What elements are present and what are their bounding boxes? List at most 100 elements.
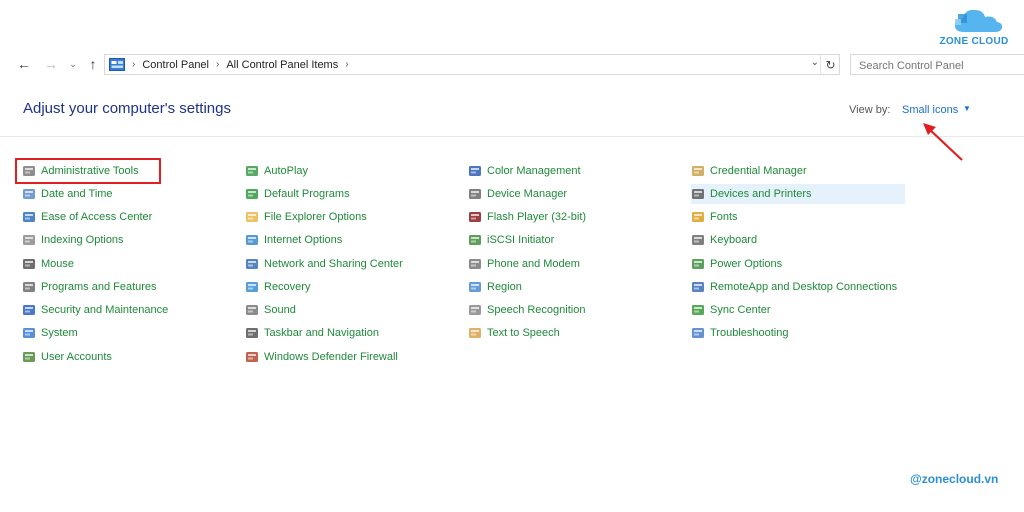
control-panel-item[interactable]: Date and Time <box>22 184 113 204</box>
item-label: User Accounts <box>41 351 112 363</box>
item-label: Fonts <box>710 211 738 223</box>
cloud-logo-icon <box>954 9 1003 32</box>
control-panel-item[interactable]: Power Options <box>691 254 782 274</box>
autoplay-icon <box>246 166 258 176</box>
address-bar[interactable]: › Control Panel › All Control Panel Item… <box>104 54 840 75</box>
control-panel-item[interactable]: Troubleshooting <box>691 323 788 343</box>
device-manager-icon <box>469 189 481 199</box>
speaker-icon <box>246 305 258 315</box>
mouse-icon <box>23 259 35 269</box>
view-by-label: View by: <box>849 104 891 116</box>
item-label: Mouse <box>41 258 75 270</box>
control-panel-item[interactable]: Recovery <box>245 277 310 297</box>
microphone-icon <box>469 305 481 315</box>
control-panel-item[interactable]: AutoPlay <box>245 161 308 181</box>
control-panel-item[interactable]: iSCSI Initiator <box>468 230 554 250</box>
control-panel-item[interactable]: Phone and Modem <box>468 254 580 274</box>
item-label: Network and Sharing Center <box>264 258 403 270</box>
sync-icon <box>692 305 704 315</box>
admin-tools-icon <box>23 166 35 176</box>
item-label: Troubleshooting <box>710 327 789 339</box>
control-panel-item[interactable]: Credential Manager <box>691 161 807 181</box>
control-panel-item[interactable]: System <box>22 323 78 343</box>
item-label: Taskbar and Navigation <box>264 327 379 339</box>
color-management-icon <box>469 166 481 176</box>
phone-icon <box>469 259 481 269</box>
recovery-icon <box>246 282 258 292</box>
control-panel-item[interactable]: Devices and Printers <box>691 184 905 204</box>
control-panel-item[interactable]: Taskbar and Navigation <box>245 323 379 343</box>
monitor-icon <box>23 328 35 338</box>
refresh-button[interactable]: ↻ <box>820 55 840 74</box>
item-label: Default Programs <box>264 188 350 200</box>
item-label: Devices and Printers <box>710 188 812 200</box>
control-panel-item[interactable]: Speech Recognition <box>468 300 585 320</box>
control-panel-item[interactable]: Device Manager <box>468 184 567 204</box>
printer-icon <box>692 189 704 199</box>
control-panel-item[interactable]: Network and Sharing Center <box>245 254 403 274</box>
up-button[interactable]: ↑ <box>84 54 102 74</box>
breadcrumb-separator: › <box>132 59 136 70</box>
breadcrumb-control-panel[interactable]: Control Panel <box>142 59 209 71</box>
item-label: Internet Options <box>264 234 343 246</box>
item-label: Keyboard <box>710 234 758 246</box>
item-label: Security and Maintenance <box>41 304 169 316</box>
default-programs-icon <box>246 189 258 199</box>
breadcrumb-chevron[interactable]: › <box>345 59 348 70</box>
item-label: Power Options <box>710 258 783 270</box>
fonts-icon <box>692 212 704 222</box>
magnifier-icon <box>23 235 35 245</box>
item-label: Administrative Tools <box>41 165 139 177</box>
programs-icon <box>23 282 35 292</box>
control-panel-item[interactable]: Mouse <box>22 254 74 274</box>
globe-icon <box>246 235 258 245</box>
annotation-arrow-icon <box>923 123 963 161</box>
remoteapp-icon <box>692 282 704 292</box>
item-label: AutoPlay <box>264 165 309 177</box>
control-panel-item[interactable]: Fonts <box>691 207 738 227</box>
control-panel-item[interactable]: Region <box>468 277 522 297</box>
address-dropdown-icon[interactable]: ⌄ <box>811 57 819 68</box>
recent-locations-button[interactable]: ⌄ <box>64 54 82 74</box>
control-panel-item[interactable]: Administrative Tools <box>15 158 161 184</box>
control-panel-item[interactable]: Default Programs <box>245 184 350 204</box>
control-panel-item[interactable]: Internet Options <box>245 230 342 250</box>
breadcrumb-all-items[interactable]: All Control Panel Items <box>226 59 338 71</box>
search-input[interactable] <box>850 54 1024 75</box>
control-panel-item[interactable]: Sync Center <box>691 300 771 320</box>
control-panel-item[interactable]: Color Management <box>468 161 581 181</box>
control-panel-icon <box>109 58 125 71</box>
item-label: Color Management <box>487 165 581 177</box>
item-label: Phone and Modem <box>487 258 580 270</box>
clock-icon <box>23 189 35 199</box>
troubleshooting-icon <box>692 328 704 338</box>
control-panel-item[interactable]: Keyboard <box>691 230 757 250</box>
control-panel-item[interactable]: Windows Defender Firewall <box>245 347 398 367</box>
flag-icon <box>23 305 35 315</box>
control-panel-item[interactable]: Text to Speech <box>468 323 560 343</box>
text-to-speech-icon <box>469 328 481 338</box>
control-panel-item[interactable]: Indexing Options <box>22 230 124 250</box>
credential-icon <box>692 166 704 176</box>
item-label: Sync Center <box>710 304 771 316</box>
item-label: Text to Speech <box>487 327 560 339</box>
firewall-icon <box>246 352 258 362</box>
view-by-dropdown[interactable]: Small icons <box>902 104 958 116</box>
power-icon <box>692 259 704 269</box>
control-panel-item[interactable]: File Explorer Options <box>245 207 367 227</box>
control-panel-item[interactable]: Sound <box>245 300 296 320</box>
forward-button[interactable]: → <box>42 54 60 74</box>
control-panel-item[interactable]: Programs and Features <box>22 277 157 297</box>
control-panel-item[interactable]: User Accounts <box>22 347 112 367</box>
control-panel-item[interactable]: RemoteApp and Desktop Connections <box>691 277 897 297</box>
item-label: Sound <box>264 304 296 316</box>
view-by-caret-icon[interactable]: ▼ <box>963 104 971 113</box>
back-button[interactable]: ← <box>15 54 33 74</box>
control-panel-item[interactable]: Ease of Access Center <box>22 207 152 227</box>
watermark: @zonecloud.vn <box>910 472 999 486</box>
control-panel-item[interactable]: Flash Player (32-bit) <box>468 207 586 227</box>
flash-icon <box>469 212 481 222</box>
item-label: File Explorer Options <box>264 211 367 223</box>
control-panel-item[interactable]: Security and Maintenance <box>22 300 168 320</box>
page-title: Adjust your computer's settings <box>23 100 231 117</box>
